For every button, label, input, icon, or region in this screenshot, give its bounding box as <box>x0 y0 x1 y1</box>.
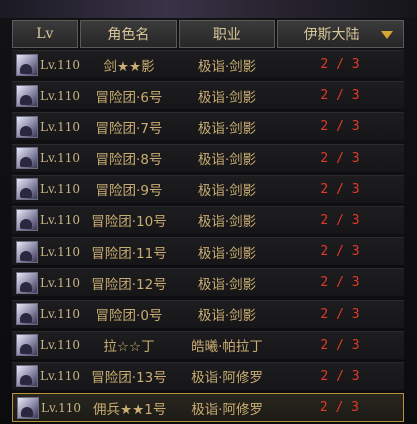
character-name: 冒险团·11号 <box>91 245 167 262</box>
character-name: 冒险团·13号 <box>91 370 167 387</box>
character-avatar-icon <box>16 84 38 107</box>
character-avatar-icon <box>16 115 38 138</box>
server-dropdown[interactable]: 伊斯大陆 <box>276 20 404 48</box>
character-rows: Lv.110 剑★★影 极诣·剑影 2 / 3 Lv.110 冒险团·6号 极诣·剑影 2 /… <box>12 50 404 424</box>
header-lv[interactable]: Lv <box>12 20 78 48</box>
entry-count: 2 / 3 <box>320 212 360 228</box>
character-level: Lv.110 <box>40 88 81 103</box>
character-job: 皓曦·帕拉丁 <box>191 339 263 356</box>
character-name: 冒险团·10号 <box>91 214 167 231</box>
character-row[interactable]: Lv.110 冒险团·10号 极诣·剑影 2 / 3 <box>12 205 404 235</box>
character-row[interactable]: Lv.110 冒险团·7号 极诣·剑影 2 / 3 <box>12 112 404 142</box>
character-job: 极诣·剑影 <box>197 183 257 200</box>
character-row[interactable]: Lv.110 冒险团·13号 极诣·阿修罗 2 / 3 <box>12 361 404 391</box>
entry-count: 2 / 3 <box>320 57 360 72</box>
character-level: Lv.110 <box>40 213 81 228</box>
entry-count: 2 / 3 <box>320 337 360 353</box>
character-level: Lv.110 <box>40 182 81 197</box>
character-row[interactable]: Lv.110 冒险团·0号 极诣·剑影 2 / 3 <box>12 299 404 329</box>
entry-count: 2 / 3 <box>320 244 360 260</box>
character-level: Lv.110 <box>41 400 82 415</box>
character-row[interactable]: Lv.110 冒险团·9号 极诣·剑影 2 / 3 <box>12 174 404 204</box>
table-header: Lv 角色名 职业 伊斯大陆 <box>12 20 404 48</box>
character-name: 冒险团·6号 <box>95 89 163 106</box>
character-avatar-icon <box>16 334 38 357</box>
character-job: 极诣·剑影 <box>197 214 257 231</box>
character-avatar-icon <box>16 147 38 170</box>
character-job: 极诣·剑影 <box>197 152 257 169</box>
character-row[interactable]: Lv.110 剑★★影 极诣·剑影 2 / 3 <box>12 50 404 79</box>
character-level: Lv.110 <box>40 151 81 166</box>
entry-count: 2 / 3 <box>320 88 360 104</box>
character-level: Lv.110 <box>40 338 81 353</box>
character-job: 极诣·剑影 <box>197 276 257 293</box>
character-level: Lv.110 <box>40 369 81 384</box>
character-name: 冒险团·8号 <box>95 152 163 169</box>
dropdown-arrow-icon[interactable] <box>381 31 393 39</box>
character-job: 极诣·剑影 <box>197 89 257 106</box>
character-name: 冒险团·7号 <box>95 120 163 137</box>
character-name: 冒险团·0号 <box>95 308 163 324</box>
character-level: Lv.110 <box>40 244 81 259</box>
character-row[interactable]: Lv.110 冒险团·12号 极诣·剑影 2 / 3 <box>12 268 404 298</box>
character-level: Lv.110 <box>40 275 81 290</box>
character-avatar-icon <box>16 303 38 325</box>
character-row[interactable]: Lv.110 冒险团·8号 极诣·剑影 2 / 3 <box>12 143 404 173</box>
entry-count: 2 / 3 <box>320 368 360 384</box>
entry-count: 2 / 3 <box>320 181 360 197</box>
server-label: 伊斯大陆 <box>303 27 360 43</box>
character-name: 冒险团·12号 <box>91 276 167 293</box>
character-level: Lv.110 <box>40 307 81 321</box>
character-row[interactable]: Lv.110 拉☆☆丁 皓曦·帕拉丁 2 / 3 <box>12 330 404 360</box>
header-name[interactable]: 角色名 <box>79 20 178 48</box>
character-avatar-icon <box>17 396 39 419</box>
character-avatar-icon <box>16 53 38 76</box>
header-job[interactable]: 职业 <box>179 20 275 48</box>
character-name: 冒险团·9号 <box>95 183 163 200</box>
character-job: 极诣·剑影 <box>197 120 257 137</box>
character-level: Lv.110 <box>40 119 81 134</box>
character-avatar-icon <box>16 240 38 263</box>
entry-count: 2 / 3 <box>319 400 359 416</box>
character-name: 拉☆☆丁 <box>103 339 155 356</box>
character-row[interactable]: Lv.110 佣兵★★1号 极诣·阿修罗 2 / 3 <box>12 393 404 423</box>
character-job: 极诣·阿修罗 <box>191 370 263 387</box>
character-row[interactable]: Lv.110 冒险团·6号 极诣·剑影 2 / 3 <box>12 81 404 111</box>
character-row[interactable]: Lv.110 冒险团·11号 极诣·剑影 2 / 3 <box>12 237 404 267</box>
entry-count: 2 / 3 <box>320 119 360 135</box>
top-banner <box>0 0 417 18</box>
character-list-panel: Lv 角色名 职业 伊斯大陆 Lv.110 剑★★影 极诣·剑影 2 / 3 Lv.11… <box>0 0 417 424</box>
character-avatar-icon <box>16 365 38 388</box>
character-job: 极诣·阿修罗 <box>191 401 263 418</box>
entry-count: 2 / 3 <box>320 275 360 291</box>
character-avatar-icon <box>16 209 38 232</box>
entry-count: 2 / 3 <box>320 306 360 322</box>
character-avatar-icon <box>16 178 38 201</box>
character-job: 极诣·剑影 <box>197 58 257 75</box>
character-job: 极诣·剑影 <box>197 245 257 262</box>
character-job: 极诣·剑影 <box>197 308 257 324</box>
entry-count: 2 / 3 <box>320 150 360 166</box>
character-name: 剑★★影 <box>103 58 155 75</box>
character-name: 佣兵★★1号 <box>93 401 167 418</box>
character-avatar-icon <box>16 271 38 294</box>
character-level: Lv.110 <box>40 57 81 72</box>
